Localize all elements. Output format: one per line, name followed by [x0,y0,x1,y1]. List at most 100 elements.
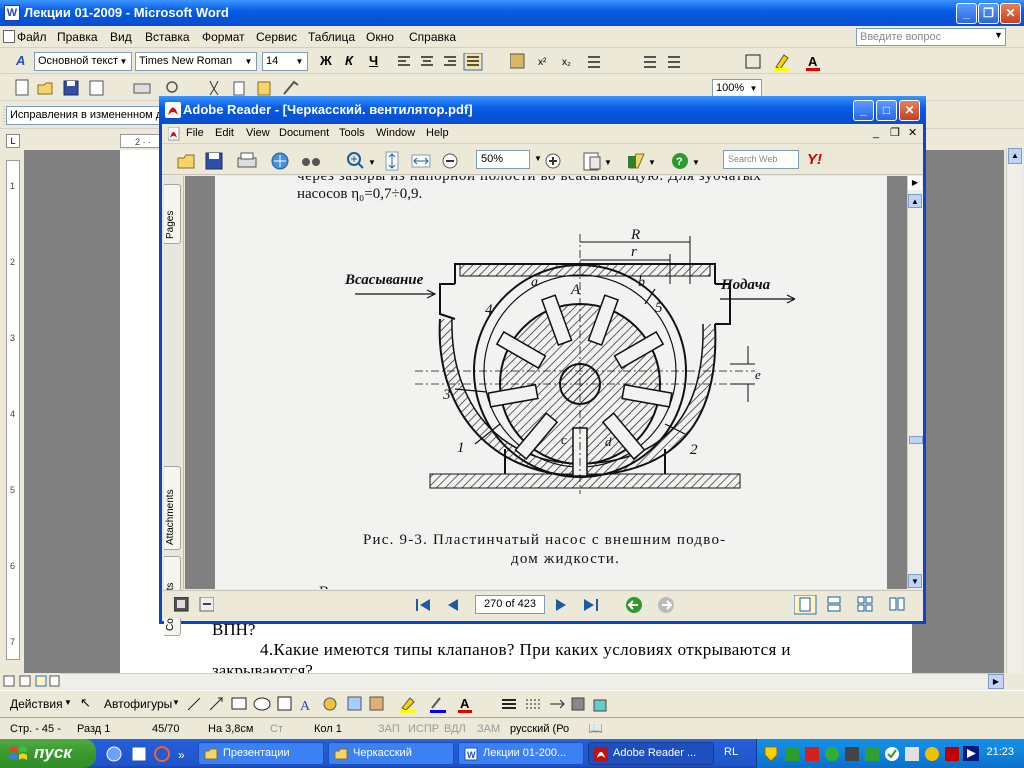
svg-text:▼: ▼ [604,158,612,167]
pdf-next-view-icon[interactable]: ▶ [908,176,922,190]
doc-minimize-button[interactable]: _ [873,127,879,139]
yahoo-search-icon[interactable]: Y! [807,151,822,168]
next-last-page-buttons[interactable] [550,596,610,614]
document-icon[interactable] [3,30,15,43]
pdf-scroll-up-icon[interactable]: ▲ [908,194,922,208]
menu-tools[interactable]: Сервис [256,30,297,44]
scroll-right-icon[interactable]: ▶ [988,674,1004,689]
reader-vertical-scrollbar[interactable]: ▶ ▲ ▼ [907,176,923,589]
actions-menu[interactable]: Действия [10,697,63,711]
menu-edit[interactable]: Правка [57,30,98,44]
reader-menu-window[interactable]: Window [376,127,415,139]
select-objects-icon[interactable]: ↖ [80,695,91,711]
reader-title-bar[interactable]: Adobe Reader - [Черкасский. вентилятор.p… [159,96,926,124]
reader-app-icon[interactable] [165,102,181,118]
reader-menu-tools[interactable]: Tools [339,127,365,139]
pdf-viewport[interactable]: через зазоры из напорной полости во всас… [185,176,907,589]
system-clock[interactable]: 21:23 [986,746,1014,758]
reader-menu-view[interactable]: View [246,127,270,139]
pdf-scroll-down-icon[interactable]: ▼ [908,574,922,588]
tray-icons[interactable] [763,745,963,762]
task-word-lectures[interactable]: W Лекции 01-200... [458,742,584,765]
word-horizontal-scrollbar[interactable]: ▶ [60,673,1004,689]
status-track[interactable]: ИСПР [408,723,439,735]
align-buttons[interactable] [396,53,496,71]
status-record[interactable]: ЗАП [378,723,400,735]
page-layout-buttons[interactable] [794,595,914,615]
svg-text:4: 4 [10,409,15,419]
close-button[interactable]: ✕ [1000,3,1021,24]
svg-text:▼: ▼ [692,158,700,167]
tab-selector[interactable]: L [6,134,20,148]
styles-icon[interactable]: A [16,53,25,68]
spelling-status-icon[interactable]: 📖 [588,721,603,735]
font-select[interactable]: Times New Roman ▼ [135,52,257,71]
ask-dropdown-icon[interactable]: ▼ [994,30,1003,40]
menu-insert[interactable]: Вставка [145,30,190,44]
reader-minimize-button[interactable]: _ [853,100,874,121]
revisions-display-select[interactable]: Исправления в измененном д [6,106,160,125]
menu-file[interactable]: Файл [17,30,47,44]
attachments-tab[interactable]: Attachments [164,466,181,550]
font-size-select[interactable]: 14 ▼ [262,52,308,71]
reader-menu-edit[interactable]: Edit [215,127,234,139]
menu-format[interactable]: Формат [202,30,245,44]
history-buttons[interactable] [624,595,684,615]
reader-menu-file[interactable]: File [186,127,204,139]
doc-restore-button[interactable]: ❐ [890,126,900,139]
reader-menu-help[interactable]: Help [426,127,449,139]
word-title-bar[interactable]: W Лекции 01-2009 - Microsoft Word _ ❐ ✕ [0,0,1024,26]
menu-window[interactable]: Окно [366,30,394,44]
label-1: 1 [457,440,465,456]
zoom-dropdown-icon[interactable]: ▼ [534,154,542,163]
actions-dropdown-icon[interactable]: ▼ [64,698,72,707]
vertical-ruler[interactable]: 1 2 3 4 5 6 7 [6,160,20,660]
page-number-input[interactable]: 270 of 423 [475,595,545,614]
label-inlet: Всасывание [344,272,424,288]
restore-button[interactable]: ❐ [978,3,999,24]
autoshapes-menu[interactable]: Автофигуры [104,697,172,711]
pages-tab[interactable]: Pages [164,184,181,244]
ask-question-input[interactable]: Введите вопрос [856,28,1006,46]
menu-view[interactable]: Вид [110,30,132,44]
bold-button[interactable]: Ж [320,53,332,68]
pdf-document-icon[interactable] [168,127,180,141]
pdf-page[interactable]: через зазоры из напорной полости во всас… [215,176,887,589]
task-cherkassky[interactable]: Черкасский [328,742,454,765]
zoom-input[interactable]: 50% [476,150,530,169]
svg-text:7: 7 [10,637,15,647]
task-presentations[interactable]: Презентации [198,742,324,765]
minimize-button[interactable]: _ [956,3,977,24]
view-buttons[interactable] [0,673,60,689]
underline-button[interactable]: Ч [369,53,378,68]
pdf-scroll-thumb[interactable] [909,436,923,444]
reader-close-button[interactable]: ✕ [899,100,920,121]
menu-table[interactable]: Таблица [308,30,355,44]
reader-tool-icons[interactable]: ▼ [176,150,486,172]
reader-maximize-button[interactable]: □ [876,100,897,121]
menu-help[interactable]: Справка [409,30,456,44]
language-indicator[interactable]: RL [724,746,738,758]
svg-text:5: 5 [10,485,15,495]
task-adobe-reader[interactable]: Adobe Reader ... [588,742,714,765]
first-prev-page-buttons[interactable] [410,596,470,614]
reader-status-icons[interactable] [174,597,214,613]
format-icons[interactable]: x² x₂ A [510,52,840,72]
search-web-input[interactable]: Search Web [723,150,799,169]
autoshapes-dropdown-icon[interactable]: ▼ [172,698,180,707]
status-extend[interactable]: ВДЛ [444,723,466,735]
drawing-tools[interactable]: A A [184,694,624,714]
media-player-icon[interactable] [963,745,983,762]
doc-close-button[interactable]: ✕ [908,126,917,139]
italic-button[interactable]: К [345,53,353,68]
status-overtype[interactable]: ЗАМ [477,723,500,735]
word-vertical-scrollbar[interactable]: ▲ [1006,148,1023,674]
start-button[interactable]: пуск [0,739,96,768]
style-select[interactable]: Основной текст ▼ [34,52,132,71]
standard-icons[interactable] [14,79,304,97]
reader-tool-icons-2[interactable]: ▼ ▼ ? ▼ [544,150,724,172]
quick-launch[interactable]: » [104,745,194,763]
word-app-icon[interactable]: W [4,5,20,21]
scroll-up-icon[interactable]: ▲ [1008,148,1022,164]
reader-menu-document[interactable]: Document [279,127,329,139]
